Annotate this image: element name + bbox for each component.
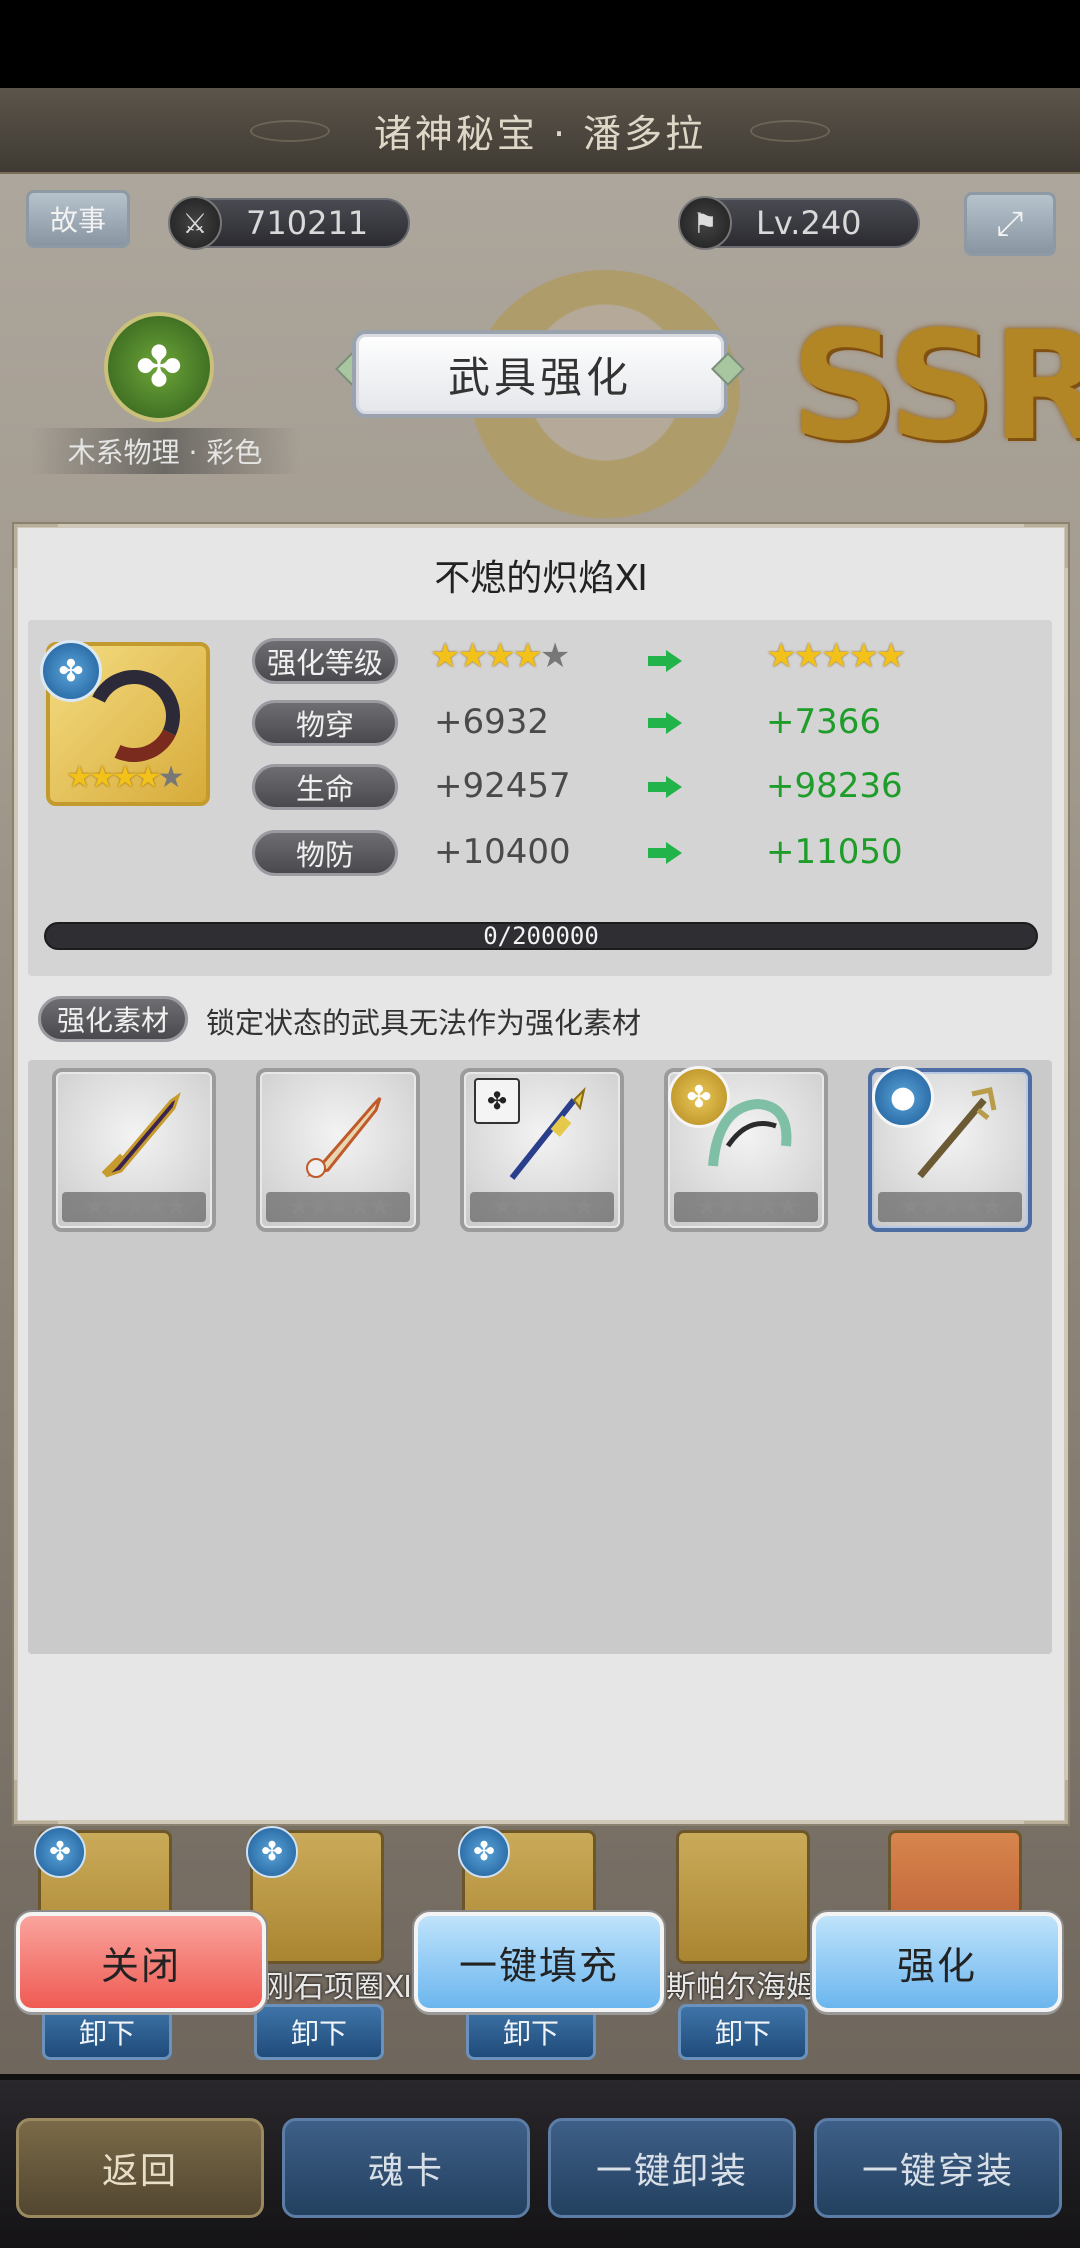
wind-element-icon: ✤ (34, 1826, 86, 1878)
arrow-right-icon (648, 650, 684, 672)
materials-label: 强化素材 (38, 996, 188, 1042)
material-slot[interactable]: ★★★★★ ● (868, 1066, 1032, 1232)
exp-progress-text: 0/200000 (483, 922, 599, 950)
material-stars: ★★★★★ (266, 1192, 410, 1222)
arrow-right-icon (648, 776, 684, 798)
unequip-button[interactable]: 卸下 (254, 2004, 384, 2060)
material-slot[interactable]: ★★★★★ (256, 1068, 420, 1232)
level-value: Lv.240 (756, 204, 862, 242)
wood-element-icon: ✤ (104, 312, 214, 422)
unequip-button[interactable]: 卸下 (466, 2004, 596, 2060)
flag-icon: ⚑ (678, 196, 732, 250)
story-button[interactable]: 故事 (26, 190, 130, 248)
unequip-button[interactable]: 卸下 (678, 2004, 808, 2060)
page-title: 诸神秘宝 · 潘多拉 (373, 111, 707, 156)
weapon-star-rating: ★★★★★ (66, 760, 184, 795)
status-bar (0, 0, 1080, 88)
unequip-button[interactable]: 卸下 (42, 2004, 172, 2060)
corner-ornament (14, 1780, 58, 1824)
dark-element-icon: ✤ (474, 1078, 520, 1124)
stat-current-hp: +92457 (434, 766, 571, 806)
wind-element-icon: ✤ (246, 1826, 298, 1878)
equip-all-button[interactable]: 一键穿装 (814, 2118, 1062, 2218)
light-element-icon: ✤ (668, 1066, 730, 1128)
equipment-name: 斯帕尔海姆 (666, 1970, 816, 2005)
equipment-name: 刚石项圈Ⅺ (264, 1970, 412, 2005)
next-level-stars: ★★★★★ (766, 636, 906, 676)
title-bar: 诸神秘宝 · 潘多拉 (0, 88, 1080, 174)
material-stars: ★★★★★ (674, 1192, 818, 1222)
corner-ornament (1024, 1780, 1068, 1824)
stat-next-defense: +11050 (766, 832, 903, 872)
enhance-button[interactable]: 强化 (812, 1912, 1062, 2012)
stat-label-defense: 物防 (252, 830, 398, 876)
arrow-right-icon (648, 712, 684, 734)
stat-label-enhance-level: 强化等级 (252, 638, 398, 684)
fullscreen-button[interactable]: ⤢ (964, 192, 1056, 256)
back-button[interactable]: 返回 (16, 2118, 264, 2218)
weapon-name: 不熄的炽焰Ⅺ (434, 558, 648, 599)
material-stars: ★★★★★ (878, 1192, 1022, 1222)
element-type-label: 木系物理 · 彩色 (30, 428, 300, 474)
unequip-all-button[interactable]: 一键卸装 (548, 2118, 796, 2218)
stat-label-penetration: 物穿 (252, 700, 398, 746)
title-ornament-right (750, 120, 830, 142)
arrow-right-icon (648, 842, 684, 864)
equipment-slot[interactable] (676, 1830, 810, 1964)
flame-sword-icon (306, 1096, 382, 1178)
material-stars: ★★★★★ (470, 1192, 614, 1222)
material-slot[interactable]: ★★★★★ ✤ (460, 1068, 624, 1232)
stat-current-defense: +10400 (434, 832, 571, 872)
stat-label-hp: 生命 (252, 764, 398, 810)
material-stars: ★★★★★ (62, 1192, 206, 1222)
dialog-title: 武具强化 (352, 330, 728, 418)
water-element-icon: ● (872, 1066, 934, 1128)
material-slot[interactable]: ★★★★★ ✤ (664, 1066, 828, 1232)
wind-element-icon: ✤ (40, 640, 102, 702)
auto-fill-button[interactable]: 一键填充 (414, 1912, 664, 2012)
combat-power-value: 710211 (246, 204, 369, 242)
current-level-stars: ★★★★★ (430, 636, 570, 676)
stat-current-penetration: +6932 (434, 702, 550, 742)
stat-next-hp: +98236 (766, 766, 903, 806)
soul-card-button[interactable]: 魂卡 (282, 2118, 530, 2218)
expand-icon: ⤢ (996, 204, 1024, 244)
greatsword-icon (101, 1092, 181, 1178)
crossed-swords-icon: ⚔ (168, 196, 222, 250)
material-slot[interactable]: ★★★★★ (52, 1068, 216, 1232)
stat-next-penetration: +7366 (766, 702, 882, 742)
close-button[interactable]: 关闭 (16, 1912, 266, 2012)
materials-hint: 锁定状态的武具无法作为强化素材 (206, 1006, 642, 1040)
wind-element-icon: ✤ (458, 1826, 510, 1878)
title-ornament-left (250, 120, 330, 142)
